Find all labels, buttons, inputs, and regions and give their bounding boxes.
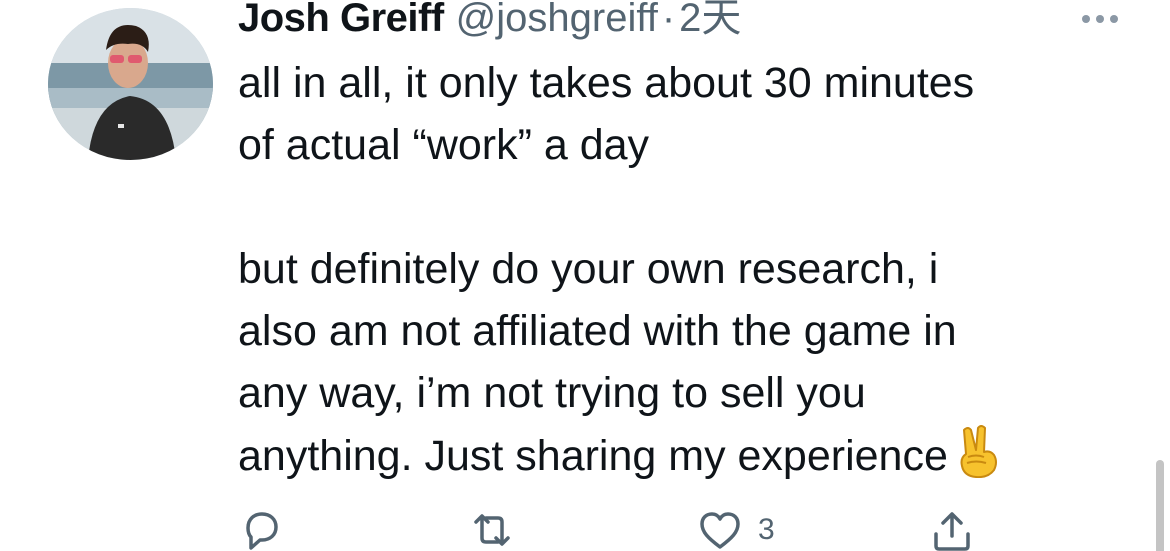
tweet-text: all in all, it only takes about 30 minut… <box>238 52 1118 487</box>
tweet-line-text: anything. Just sharing my experience <box>238 432 948 480</box>
like-count: 3 <box>758 513 775 546</box>
heart-icon <box>700 512 740 549</box>
victory-hand-emoji <box>960 425 997 478</box>
retweet-icon <box>474 514 510 546</box>
author-display-name[interactable]: Josh Greiff <box>238 0 444 46</box>
tweet-line: of actual “work” a day <box>238 121 650 169</box>
author-handle[interactable]: @joshgreiff <box>456 0 658 46</box>
tweet-line: also am not affiliated with the game in <box>238 307 957 355</box>
tweet-line: but definitely do your own research, i <box>238 245 939 293</box>
more-options-icon[interactable] <box>1078 8 1122 30</box>
retweet-button[interactable] <box>468 506 516 551</box>
like-button[interactable]: 3 <box>696 506 775 551</box>
tweet-header: Josh Greiff @joshgreiff · 2天 <box>238 0 741 46</box>
tweet-line: any way, i’m not trying to sell you <box>238 369 866 417</box>
tweet-actions: 3 <box>238 498 998 551</box>
profile-photo <box>48 8 213 160</box>
share-button[interactable] <box>928 506 976 551</box>
scrollbar[interactable] <box>1156 460 1164 551</box>
avatar[interactable] <box>48 8 213 160</box>
tweet-line: anything. Just sharing my experience <box>238 424 1118 487</box>
reply-icon <box>246 512 278 550</box>
separator-dot: · <box>661 0 676 40</box>
share-icon <box>934 512 970 551</box>
tweet-timestamp[interactable]: 2天 <box>679 0 741 46</box>
tweet-line: all in all, it only takes about 30 minut… <box>238 59 975 107</box>
reply-button[interactable] <box>238 506 286 551</box>
tweet-blank-line <box>238 176 1118 238</box>
